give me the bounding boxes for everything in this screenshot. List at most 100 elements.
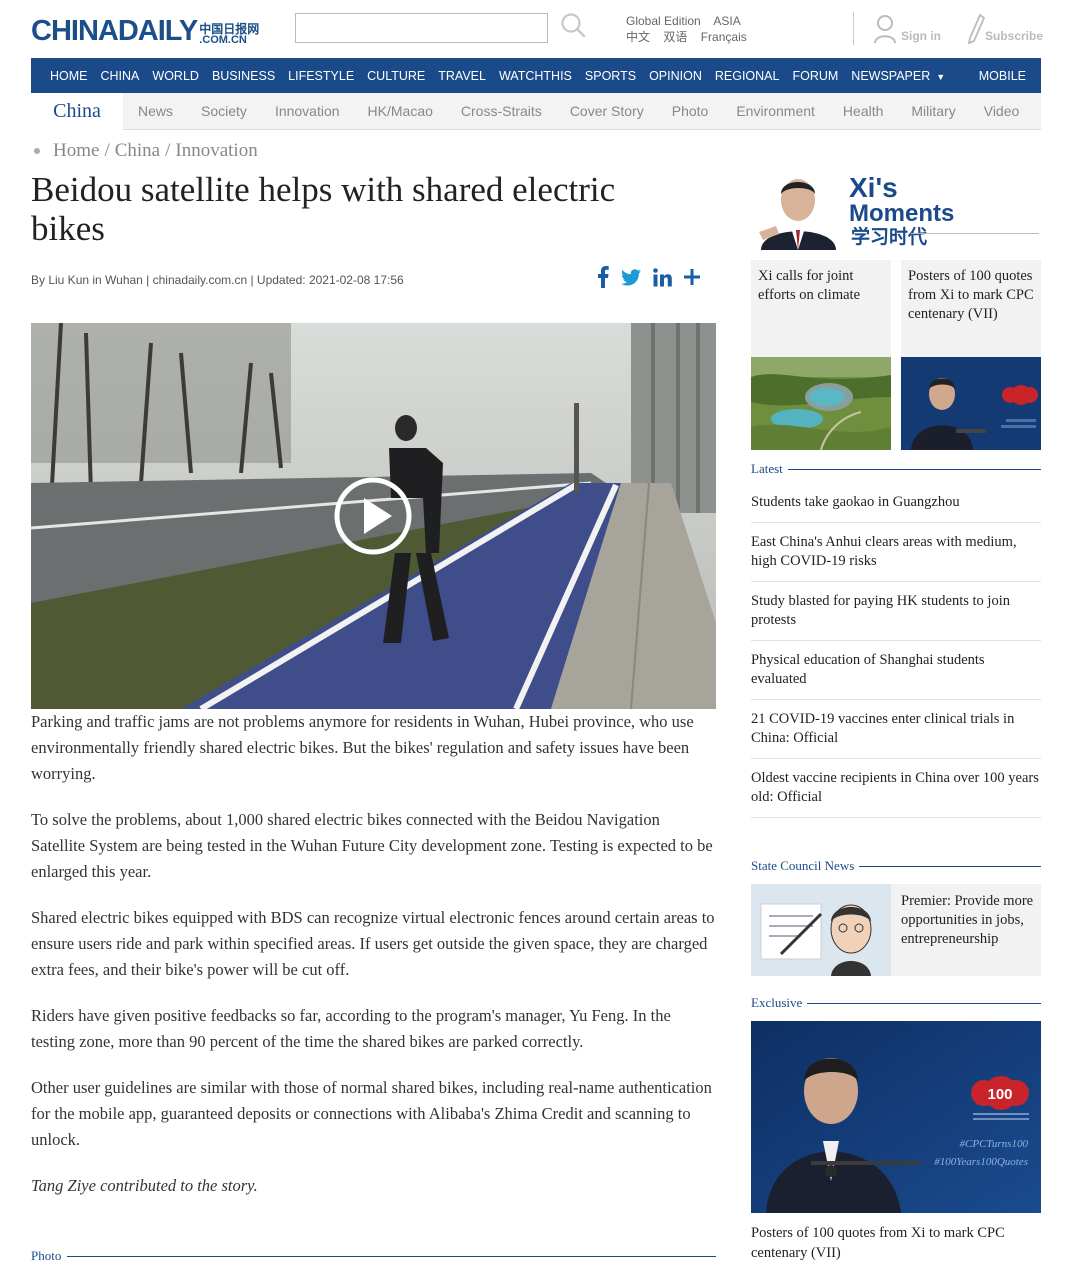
twitter-icon[interactable] <box>621 268 641 286</box>
section-nav: China News Society Innovation HK/Macao C… <box>31 92 1041 130</box>
nav-travel[interactable]: TRAVEL <box>438 69 486 83</box>
user-icon <box>874 15 896 44</box>
nav-watchthis[interactable]: WATCHTHIS <box>499 69 572 83</box>
edition-switcher: Global Edition ASIA 中文 双语 Français <box>626 13 757 45</box>
xi-moments-banner[interactable]: Xi's Moments 学习时代 <box>751 170 1041 250</box>
header-divider <box>853 12 854 45</box>
sidebar-card-image <box>901 357 1041 450</box>
nav-china[interactable]: CHINA <box>101 69 140 83</box>
state-council-card[interactable]: Premier: Provide more opportunities in j… <box>751 884 1041 976</box>
main-nav: HOME CHINA WORLD BUSINESS LIFESTYLE CULT… <box>31 58 1041 93</box>
exclusive-section-header: Exclusive <box>751 995 1041 1011</box>
latest-item[interactable]: Physical education of Shanghai students … <box>751 641 1041 700</box>
linkedin-icon[interactable] <box>653 267 672 287</box>
more-share-icon[interactable] <box>684 269 700 285</box>
state-council-section-header: State Council News <box>751 858 1041 874</box>
xi-portrait-image <box>751 170 846 250</box>
nav-lifestyle[interactable]: LIFESTYLE <box>288 69 354 83</box>
exclusive-hashtag-2: #100Years100Quotes <box>934 1156 1028 1168</box>
nav-newspaper[interactable]: NEWSPAPER ▼ <box>851 69 945 83</box>
xi-banner-subtitle: Moments <box>849 200 955 227</box>
nav-opinion[interactable]: OPINION <box>649 69 702 83</box>
breadcrumb-china[interactable]: China <box>115 140 160 162</box>
global-edition-link[interactable]: Global Edition <box>626 14 701 28</box>
subnav-video[interactable]: Video <box>984 103 1020 119</box>
breadcrumb-innovation[interactable]: Innovation <box>175 140 257 162</box>
article-title: Beidou satellite helps with shared elect… <box>31 170 616 248</box>
xi-banner-title: Xi's <box>849 172 898 203</box>
nav-forum[interactable]: FORUM <box>792 69 838 83</box>
exclusive-caption[interactable]: Posters of 100 quotes from Xi to mark CP… <box>751 1223 1041 1263</box>
search-input[interactable] <box>295 13 548 43</box>
nav-regional[interactable]: REGIONAL <box>715 69 780 83</box>
video-player[interactable] <box>31 323 716 709</box>
subnav-military[interactable]: Military <box>911 103 955 119</box>
breadcrumb: Home / China / Innovation <box>31 140 258 162</box>
nav-business[interactable]: BUSINESS <box>212 69 275 83</box>
play-button-icon[interactable] <box>333 476 413 556</box>
article-body: Parking and traffic jams are not problem… <box>31 709 716 1219</box>
subnav-innovation[interactable]: Innovation <box>275 103 340 119</box>
latest-item[interactable]: 21 COVID-19 vaccines enter clinical tria… <box>751 700 1041 759</box>
french-edition-link[interactable]: Français <box>701 30 747 44</box>
latest-list: Students take gaokao in Guangzhou East C… <box>751 483 1041 818</box>
nav-world[interactable]: WORLD <box>152 69 199 83</box>
share-bar <box>597 266 700 288</box>
sign-in-link[interactable]: Sign in <box>873 13 941 45</box>
subscribe-link[interactable]: Subscribe <box>967 13 1043 45</box>
subnav-news[interactable]: News <box>138 103 173 119</box>
article-credit: Tang Ziye contributed to the story. <box>31 1176 258 1195</box>
nav-culture[interactable]: CULTURE <box>367 69 425 83</box>
state-council-label[interactable]: State Council News <box>751 858 854 874</box>
bilingual-edition-link[interactable]: 双语 <box>663 30 687 44</box>
article-paragraph: Shared electric bikes equipped with BDS … <box>31 908 715 979</box>
latest-item[interactable]: Study blasted for paying HK students to … <box>751 582 1041 641</box>
subnav-health[interactable]: Health <box>843 103 883 119</box>
subnav-cover-story[interactable]: Cover Story <box>570 103 644 119</box>
nav-home[interactable]: HOME <box>50 69 88 83</box>
sidebar-card-text: Posters of 100 quotes from Xi to mark CP… <box>908 268 1034 322</box>
logo-wordmark: CHINADAILY <box>31 15 198 47</box>
sidebar-card[interactable]: Posters of 100 quotes from Xi to mark CP… <box>901 260 1041 450</box>
subnav-cross-straits[interactable]: Cross-Straits <box>461 103 542 119</box>
sidebar-card-text: Xi calls for joint efforts on climate <box>758 268 861 303</box>
exclusive-hashtag-1: #CPCTurns100 <box>960 1138 1029 1150</box>
article-paragraph: Other user guidelines are similar with t… <box>31 1078 712 1149</box>
state-council-text: Premier: Provide more opportunities in j… <box>901 893 1034 947</box>
subnav-hk-macao[interactable]: HK/Macao <box>368 103 433 119</box>
centenary-logo-number: 100 <box>987 1086 1012 1103</box>
latest-item[interactable]: Students take gaokao in Guangzhou <box>751 483 1041 523</box>
section-rule <box>67 1255 716 1257</box>
nav-mobile[interactable]: MOBILE <box>979 69 1026 83</box>
latest-item[interactable]: East China's Anhui clears areas with med… <box>751 523 1041 582</box>
exclusive-label[interactable]: Exclusive <box>751 995 802 1011</box>
nav-sports[interactable]: SPORTS <box>585 69 636 83</box>
state-council-image <box>751 884 891 976</box>
section-rule <box>807 1002 1041 1004</box>
article-paragraph: Parking and traffic jams are not problem… <box>31 712 694 783</box>
article-byline: By Liu Kun in Wuhan | chinadaily.com.cn … <box>31 273 404 287</box>
sidebar-card[interactable]: Xi calls for joint efforts on climate <box>751 260 891 450</box>
caret-down-icon: ▼ <box>936 71 946 82</box>
site-logo[interactable]: CHINADAILY 中国日报网 .COM.CN <box>31 14 259 46</box>
exclusive-image[interactable]: 100 #CPCTurns100 #100Years100Quotes <box>751 1021 1041 1213</box>
bullet-icon <box>34 148 40 154</box>
latest-item[interactable]: Oldest vaccine recipients in China over … <box>751 759 1041 818</box>
subnav-environment[interactable]: Environment <box>736 103 815 119</box>
asia-edition-link[interactable]: ASIA <box>713 14 740 28</box>
photo-section-label[interactable]: Photo <box>31 1248 61 1264</box>
site-header: CHINADAILY 中国日报网 .COM.CN Global Edition … <box>0 0 1067 58</box>
subnav-photo[interactable]: Photo <box>672 103 709 119</box>
section-rule <box>787 468 1041 470</box>
article-paragraph: Riders have given positive feedbacks so … <box>31 1006 671 1051</box>
facebook-icon[interactable] <box>597 266 609 288</box>
logo-domain: .COM.CN <box>199 34 247 46</box>
breadcrumb-home[interactable]: Home <box>53 140 99 162</box>
photo-section-header: Photo <box>31 1248 716 1264</box>
subnav-society[interactable]: Society <box>201 103 247 119</box>
chinese-edition-link[interactable]: 中文 <box>626 30 650 44</box>
search-icon[interactable] <box>560 12 586 38</box>
section-title[interactable]: China <box>31 92 123 130</box>
latest-label[interactable]: Latest <box>751 461 783 477</box>
banner-rule <box>911 233 1039 234</box>
